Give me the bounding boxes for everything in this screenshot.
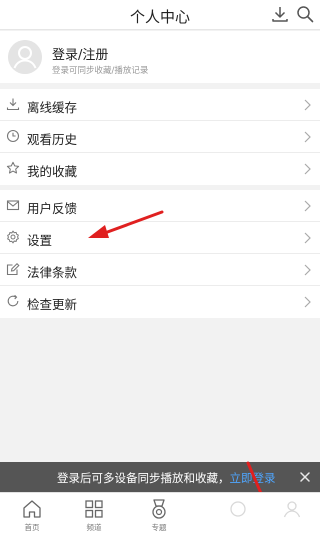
- chevron-right-icon: [302, 98, 312, 112]
- star-icon: [6, 161, 20, 175]
- menu-item-label: 法律条款: [27, 265, 78, 280]
- chevron-right-icon: [302, 263, 312, 277]
- user-avatar-icon: [8, 40, 42, 74]
- menu-item-my-favorites[interactable]: 我的收藏: [0, 153, 320, 185]
- menu-item-legal-terms[interactable]: 法律条款: [0, 254, 320, 286]
- grid-icon: [85, 500, 103, 518]
- user-tab-icon: [283, 501, 301, 518]
- menu-item-label: 离线缓存: [27, 100, 78, 115]
- login-now-link[interactable]: 立即登录: [230, 471, 276, 485]
- tab-profile[interactable]: [270, 498, 314, 542]
- medal-icon: [152, 499, 166, 519]
- menu-item-check-update[interactable]: 检查更新: [0, 286, 320, 318]
- tab-label: 首页: [24, 523, 40, 532]
- menu-item-label: 观看历史: [27, 132, 78, 147]
- close-icon[interactable]: [297, 469, 313, 485]
- avatar: [8, 40, 42, 74]
- menu-item-offline-cache[interactable]: 离线缓存: [0, 89, 320, 121]
- chevron-right-icon: [302, 231, 312, 245]
- banner-message: 登录后可多设备同步播放和收藏，立即登录: [57, 470, 276, 486]
- login-entry[interactable]: 登录/注册 登录可同步收藏/播放记录: [0, 31, 320, 83]
- refresh-icon: [6, 294, 20, 308]
- clock-icon: [6, 129, 20, 143]
- mail-icon: [6, 198, 20, 212]
- bottom-tab-bar: 首页 频道 专题: [0, 492, 320, 554]
- edit-icon: [6, 262, 20, 276]
- menu-item-label: 设置: [27, 233, 53, 248]
- chevron-right-icon: [302, 130, 312, 144]
- menu-item-label: 检查更新: [27, 297, 78, 312]
- menu-item-label: 用户反馈: [27, 201, 78, 216]
- chevron-right-icon: [302, 199, 312, 213]
- tab-topics[interactable]: 专题: [137, 498, 181, 542]
- login-register-label[interactable]: 登录/注册: [52, 44, 108, 63]
- menu-group-app: 用户反馈 设置 法律条款 检查更新: [0, 190, 320, 318]
- tab-faded[interactable]: [216, 498, 260, 542]
- login-hint-text: 登录可同步收藏/播放记录: [52, 66, 149, 76]
- menu-item-watch-history[interactable]: 观看历史: [0, 121, 320, 153]
- download-icon[interactable]: [270, 4, 290, 24]
- menu-item-user-feedback[interactable]: 用户反馈: [0, 190, 320, 222]
- menu-item-label: 我的收藏: [27, 164, 78, 179]
- tab-channels[interactable]: 频道: [72, 498, 116, 542]
- menu-item-settings[interactable]: 设置: [0, 222, 320, 254]
- faded-tab-icon: [230, 501, 246, 517]
- tab-home[interactable]: 首页: [10, 498, 54, 542]
- chevron-right-icon: [302, 295, 312, 309]
- search-icon[interactable]: [295, 4, 315, 24]
- login-prompt-banner: 登录后可多设备同步播放和收藏，立即登录: [0, 462, 320, 492]
- tab-label: 频道: [86, 523, 102, 532]
- top-bar: 个人中心: [0, 0, 320, 30]
- gear-icon: [6, 230, 20, 244]
- download-icon: [6, 97, 20, 111]
- menu-group-media: 离线缓存 观看历史 我的收藏: [0, 89, 320, 185]
- chevron-right-icon: [302, 162, 312, 176]
- banner-text: 登录后可多设备同步播放和收藏，: [57, 471, 230, 485]
- home-icon: [23, 500, 41, 518]
- tab-label: 专题: [151, 523, 167, 532]
